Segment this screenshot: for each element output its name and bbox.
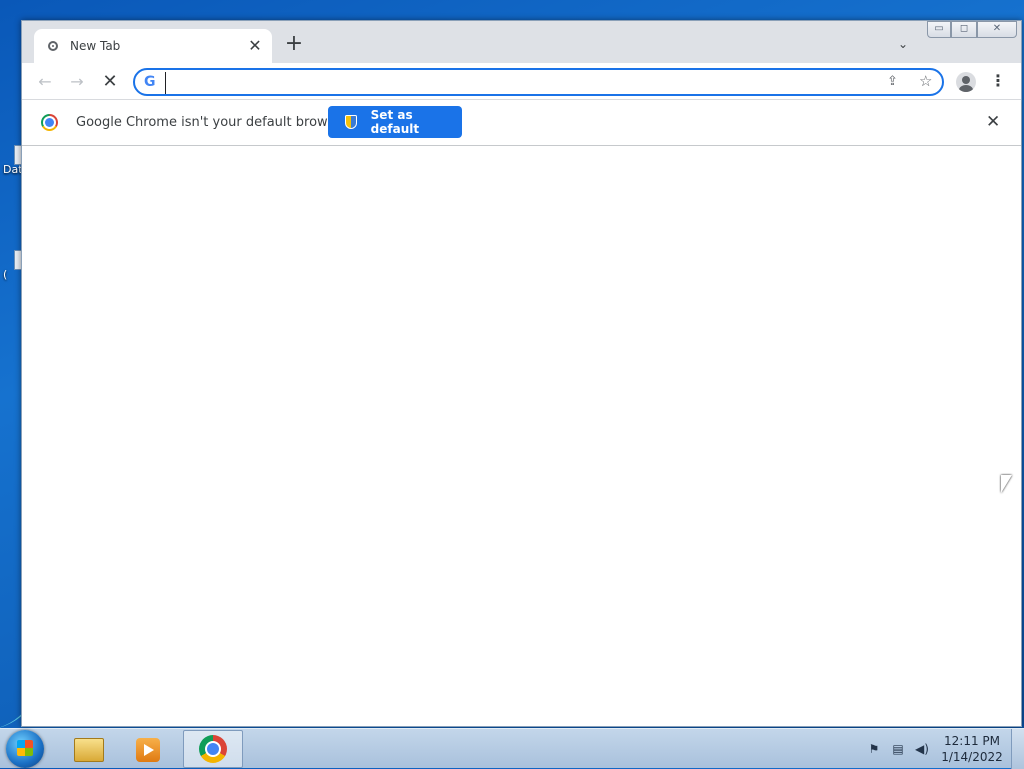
google-g-icon: G — [144, 74, 156, 90]
set-as-default-label: Set as default — [370, 108, 420, 136]
address-bar[interactable]: G ⇪ ☆ — [133, 68, 944, 96]
default-browser-infobar: Google Chrome isn't your default browser… — [22, 100, 1021, 146]
chrome-logo-icon — [41, 114, 58, 131]
chrome-icon — [199, 735, 227, 763]
page-content — [22, 146, 1021, 726]
mouse-cursor-icon — [1001, 475, 1012, 493]
clock-time: 12:11 PM — [944, 734, 1000, 748]
new-tab-button[interactable]: + — [284, 33, 304, 55]
desktop-icon-label: ( — [3, 268, 8, 281]
taskbar-media-player-button[interactable] — [120, 730, 176, 768]
close-window-button[interactable]: ✕ — [977, 21, 1017, 38]
address-input[interactable] — [165, 72, 870, 94]
profile-avatar-icon[interactable] — [956, 72, 976, 92]
network-icon[interactable]: ▤ — [890, 742, 906, 756]
taskbar-explorer-button[interactable] — [62, 730, 118, 768]
bookmark-star-icon[interactable]: ☆ — [919, 72, 932, 90]
start-button[interactable] — [6, 730, 44, 768]
share-icon[interactable]: ⇪ — [887, 74, 898, 89]
clock-date: 1/14/2022 — [941, 750, 1003, 764]
system-clock[interactable]: 12:11 PM 1/14/2022 — [940, 733, 1004, 765]
show-desktop-button[interactable] — [1011, 729, 1024, 769]
folder-icon — [74, 738, 104, 762]
infobar-close-icon[interactable]: ✕ — [986, 112, 1000, 132]
forward-arrow-icon[interactable]: → — [66, 71, 88, 93]
uac-shield-icon — [345, 115, 357, 129]
loading-favicon-icon — [48, 41, 58, 51]
desktop-icon-data[interactable]: Dat — [0, 145, 22, 195]
maximize-button[interactable]: ◻ — [951, 21, 977, 38]
tab-search-chevron-icon[interactable]: ⌄ — [894, 35, 912, 53]
chrome-menu-icon[interactable]: ⋮ — [990, 71, 1006, 93]
stop-loading-icon[interactable]: ✕ — [99, 71, 121, 93]
tab-new-tab[interactable]: New Tab ✕ — [34, 29, 272, 63]
taskbar-chrome-button[interactable] — [183, 730, 243, 768]
volume-icon[interactable]: ◀) — [914, 742, 930, 756]
browser-window: New Tab ✕ + ⌄ ▭ ◻ ✕ ← → ✕ G ⇪ ☆ ⋮ Google… — [21, 20, 1022, 727]
tab-title: New Tab — [70, 39, 121, 53]
browser-toolbar: ← → ✕ G ⇪ ☆ ⋮ — [22, 63, 1021, 100]
action-center-flag-icon[interactable]: ⚑ — [866, 742, 882, 756]
tab-close-icon[interactable]: ✕ — [246, 37, 264, 55]
minimize-button[interactable]: ▭ — [927, 21, 951, 38]
set-as-default-button[interactable]: Set as default — [328, 106, 462, 138]
media-player-icon — [136, 738, 160, 762]
taskbar: ⚑ ▤ ◀) 12:11 PM 1/14/2022 — [0, 728, 1024, 769]
tab-strip: New Tab ✕ + ⌄ ▭ ◻ ✕ — [22, 21, 1021, 63]
back-arrow-icon[interactable]: ← — [34, 71, 56, 93]
desktop-icon-label: Dat — [3, 163, 22, 176]
desktop-icon-second[interactable]: ( — [0, 250, 22, 300]
infobar-message: Google Chrome isn't your default browser — [76, 115, 348, 130]
